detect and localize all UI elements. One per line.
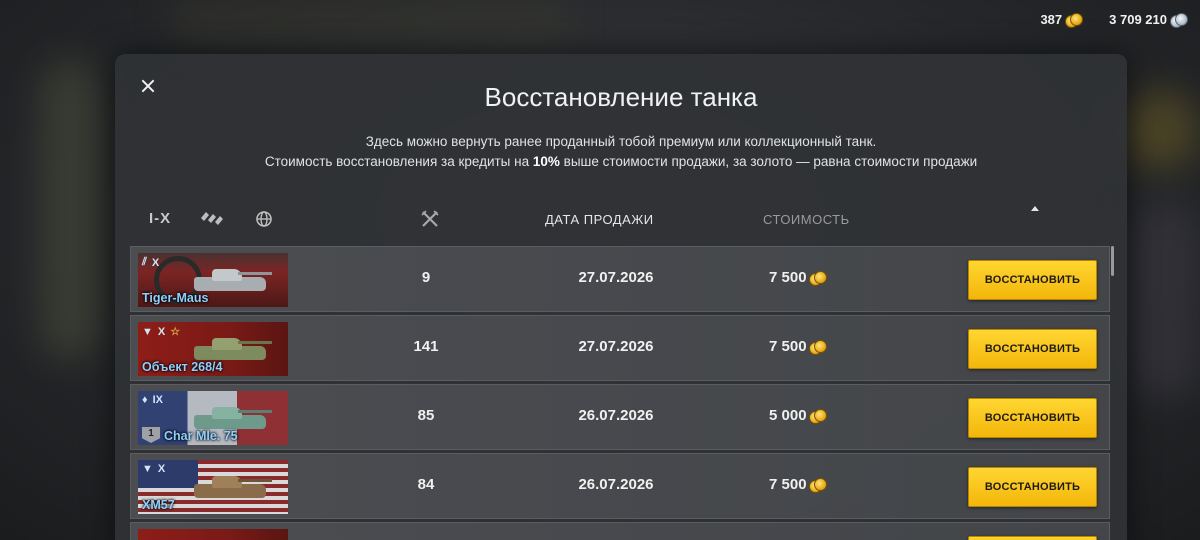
tank-image — [190, 470, 272, 500]
description-percent: 10% — [532, 154, 560, 169]
restore-tank-dialog: Восстановление танка Здесь можно вернуть… — [115, 54, 1127, 540]
currency-bar: 387 3 709 210 — [1040, 12, 1188, 28]
table-row: ▼ X XM57 84 26.07.2026 7 500 ВОССТАНОВИТЬ — [130, 453, 1110, 519]
tank-list: ⫽ X Tiger-Maus 9 27.07.2026 7 500 ВОССТАН… — [130, 246, 1110, 540]
heavy-tank-icon: ⫽ — [142, 256, 147, 268]
description-text: выше стоимости продажи, за золото — равн… — [559, 154, 978, 169]
tank-image — [190, 401, 272, 431]
tier-text: X — [157, 325, 166, 338]
restore-cost: 7 500 — [769, 338, 827, 355]
sale-date: 27.07.2026 — [578, 269, 654, 286]
td-icon: ▼ — [142, 463, 153, 475]
gold-coins-icon — [1065, 12, 1084, 28]
tank-name: XM57 — [142, 498, 175, 512]
tank-tier: ▼ X — [142, 463, 165, 475]
table-row: ♦ IX 1 Char Mle. 75 85 26.07.2026 5 000 В… — [130, 384, 1110, 450]
table-row — [130, 522, 1110, 540]
tank-name: Объект 268/4 — [142, 360, 223, 374]
globe-icon[interactable] — [255, 210, 273, 228]
gold-coins-icon — [808, 477, 827, 493]
credits-coins-icon — [1170, 12, 1188, 28]
light-tank-icon: ♦ — [142, 394, 148, 406]
gold-amount: 387 — [1040, 12, 1063, 27]
battles-count: 85 — [417, 407, 435, 424]
description-line-2: Стоимость восстановления за кредиты на 1… — [115, 152, 1127, 172]
cost-value: 7 500 — [769, 269, 807, 286]
sale-date: 26.07.2026 — [578, 407, 654, 424]
sale-date: 27.07.2026 — [578, 338, 654, 355]
battles-count: 141 — [413, 338, 439, 355]
restore-cost: 5 000 — [769, 407, 827, 424]
star-icon: ☆ — [170, 326, 181, 338]
tank-card[interactable] — [138, 529, 288, 540]
background-blur — [1130, 200, 1200, 400]
tier-text: X — [157, 463, 166, 475]
table-row: ▼ X ☆ Объект 268/4 141 27.07.2026 7 500 ВО… — [130, 315, 1110, 381]
tank-tier: ⫽ X — [142, 256, 159, 269]
tank-card[interactable]: ▼ X XM57 — [138, 460, 288, 514]
restore-cost: 7 500 — [769, 269, 827, 286]
background-blur — [40, 60, 100, 360]
sale-date: 26.07.2026 — [578, 476, 654, 493]
dialog-title: Восстановление танка — [484, 82, 758, 112]
list-header: I-X ДАТА ПРОДАЖИ СТОИМОСТЬ — [115, 204, 1127, 236]
tank-name: Char Mle. 75 — [164, 429, 238, 443]
table-row: ⫽ X Tiger-Maus 9 27.07.2026 7 500 ВОССТАН… — [130, 246, 1110, 312]
tier-filter[interactable]: I-X — [149, 210, 171, 227]
battles-count: 84 — [417, 476, 435, 493]
restore-button[interactable]: ВОССТАНОВИТЬ — [968, 260, 1097, 300]
gold-coins-icon — [808, 270, 827, 286]
restore-cost: 7 500 — [769, 476, 827, 493]
credits-amount: 3 709 210 — [1109, 12, 1167, 27]
gold-coins-icon — [808, 339, 827, 355]
description-line-1: Здесь можно вернуть ранее проданный тобо… — [365, 134, 877, 149]
description-text: Стоимость восстановления за кредиты на — [264, 154, 533, 169]
crossed-swords-icon[interactable] — [420, 209, 440, 229]
restore-button[interactable]: ВОССТАНОВИТЬ — [968, 467, 1097, 507]
vehicle-type-filter-icon[interactable] — [199, 210, 227, 226]
battles-count: 9 — [421, 269, 431, 286]
tier-text: X — [151, 256, 160, 269]
td-icon: ▼ — [142, 325, 153, 338]
cost-value: 7 500 — [769, 476, 807, 493]
restore-button[interactable]: ВОССТАНОВИТЬ — [968, 329, 1097, 369]
tank-card[interactable]: ⫽ X Tiger-Maus — [138, 253, 288, 307]
flag — [138, 529, 288, 540]
background-blur — [170, 0, 570, 40]
cost-value: 7 500 — [769, 338, 807, 355]
gold-balance[interactable]: 387 — [1040, 12, 1084, 28]
scrollbar[interactable] — [1111, 246, 1114, 276]
gold-coins-icon — [808, 408, 827, 424]
dialog-description: Здесь можно вернуть ранее проданный тобо… — [115, 132, 1127, 172]
sort-by-cost[interactable]: СТОИМОСТЬ — [763, 212, 850, 227]
tank-card[interactable]: ♦ IX 1 Char Mle. 75 — [138, 391, 288, 445]
tier-text: IX — [152, 394, 164, 406]
tank-tier: ♦ IX — [142, 394, 163, 406]
tank-tier: ▼ X ☆ — [142, 325, 181, 339]
restore-button[interactable] — [968, 536, 1097, 540]
cost-value: 5 000 — [769, 407, 807, 424]
background-blur — [1120, 90, 1200, 170]
restore-button[interactable]: ВОССТАНОВИТЬ — [968, 398, 1097, 438]
tank-image — [190, 332, 272, 362]
tank-image — [190, 263, 272, 293]
tank-name: Tiger-Maus — [142, 291, 209, 305]
sort-by-date[interactable]: ДАТА ПРОДАЖИ — [545, 206, 1039, 227]
credits-balance[interactable]: 3 709 210 — [1109, 12, 1188, 28]
tank-card[interactable]: ▼ X ☆ Объект 268/4 — [138, 322, 288, 376]
sort-ascending-icon — [1031, 206, 1039, 211]
date-column-label: ДАТА ПРОДАЖИ — [545, 212, 654, 227]
